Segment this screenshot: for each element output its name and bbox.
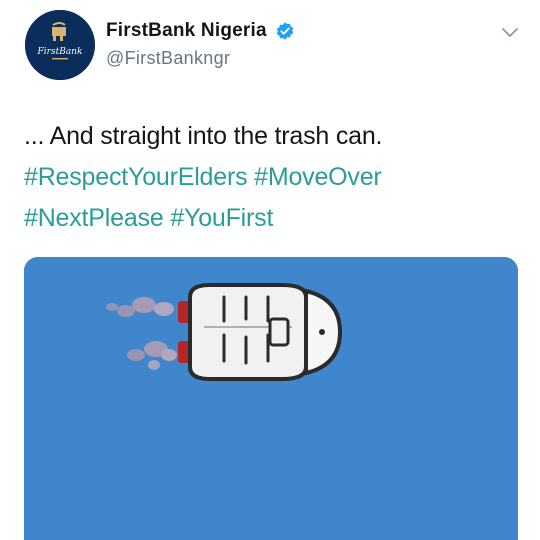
hashtag-line: #NextPlease #YouFirst (24, 198, 524, 239)
hashtag-link[interactable]: #YouFirst (170, 204, 273, 232)
avatar[interactable]: FirstBank (25, 10, 95, 80)
trash-can-rocket-icon (24, 257, 518, 540)
avatar-wordmark: FirstBank (37, 47, 83, 57)
hashtag-link[interactable]: #RespectYourElders (24, 163, 248, 191)
hashtag-link[interactable]: #MoveOver (254, 163, 382, 191)
tweet-text: ... And straight into the trash can. #Re… (24, 116, 524, 239)
user-handle[interactable]: @FirstBankngr (106, 48, 230, 69)
hashtag-line: #RespectYourElders #MoveOver (24, 157, 524, 198)
hashtag-link[interactable]: #NextPlease (24, 204, 164, 232)
display-name[interactable]: FirstBank Nigeria (106, 20, 267, 42)
trash-can (188, 283, 343, 381)
tweet-media[interactable] (24, 257, 518, 540)
chevron-down-icon[interactable] (498, 20, 522, 44)
firstbank-logo-icon: FirstBank (25, 10, 95, 80)
tweet-card: FirstBank FirstBank Nigeria @FirstBankng… (0, 0, 540, 540)
name-row: FirstBank Nigeria (106, 20, 295, 42)
tweet-text-line: ... And straight into the trash can. (24, 122, 383, 150)
verified-badge-icon (276, 22, 293, 40)
